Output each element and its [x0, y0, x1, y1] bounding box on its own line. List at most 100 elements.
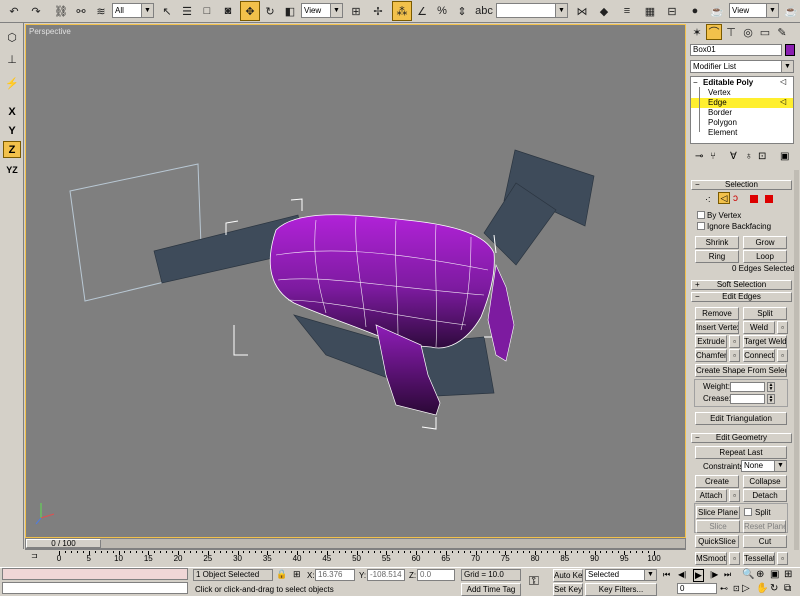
reset-plane-button[interactable]: Reset Plane: [743, 520, 786, 533]
remove-modifier-icon[interactable]: ♁: [745, 151, 753, 162]
create-shape-button[interactable]: Create Shape From Selection: [695, 364, 787, 377]
stack-item-polygon[interactable]: Polygon: [708, 118, 737, 128]
y-coord-field[interactable]: -108.514: [367, 569, 405, 581]
tessellate-settings-button[interactable]: ▫: [777, 552, 788, 565]
select-link-icon[interactable]: ⛓: [51, 1, 71, 21]
edit-edges-rollout-header[interactable]: − Edit Edges: [691, 292, 792, 302]
object-color-swatch[interactable]: [785, 44, 795, 56]
soft-selection-rollout-header[interactable]: + Soft Selection: [691, 280, 792, 290]
quickslice-button[interactable]: QuickSlice: [695, 535, 739, 548]
zoom-extents-icon[interactable]: ▣: [770, 569, 779, 580]
extrude-settings-button[interactable]: ▫: [729, 335, 740, 348]
crease-spinner-arrows[interactable]: ▲ ▼: [767, 394, 775, 404]
weld-button[interactable]: Weld: [743, 321, 775, 334]
select-manipulate-icon[interactable]: ✢: [368, 1, 388, 21]
create-tab-icon[interactable]: ✶: [689, 24, 705, 40]
perspective-viewport[interactable]: Perspective: [25, 24, 686, 538]
extrude-button[interactable]: Extrude: [695, 335, 727, 348]
modifier-list-dropdown[interactable]: Modifier List ▼: [690, 60, 794, 73]
select-by-name-icon[interactable]: ☰: [177, 1, 197, 21]
maxscript-listener-field[interactable]: [2, 568, 188, 580]
time-configuration-icon[interactable]: ⊡: [733, 584, 740, 593]
stack-item-border[interactable]: Border: [708, 108, 732, 118]
ignore-backfacing-checkbox[interactable]: [697, 222, 705, 230]
attach-button[interactable]: Attach: [695, 489, 727, 502]
stack-expand-icon[interactable]: −: [693, 78, 698, 87]
connect-button[interactable]: Connect: [743, 349, 775, 362]
add-time-tag-button[interactable]: Add Time Tag: [461, 583, 521, 596]
axis-x-button[interactable]: X: [3, 103, 21, 120]
mirror-icon[interactable]: ⋈: [572, 1, 592, 21]
absolute-mode-icon[interactable]: ⊞: [293, 569, 301, 580]
bind-spacewarp-icon[interactable]: ≋: [91, 1, 111, 21]
chamfer-settings-button[interactable]: ▫: [729, 349, 740, 362]
render-type-dropdown[interactable]: View ▼: [729, 3, 779, 18]
axis-constraint-icon[interactable]: ⬡: [2, 27, 22, 47]
named-selection-icon[interactable]: abc: [474, 1, 494, 21]
pan-icon[interactable]: ✋: [756, 583, 768, 594]
selection-rollout-header[interactable]: − Selection: [691, 180, 792, 190]
repeat-last-button[interactable]: Repeat Last: [695, 446, 787, 459]
insert-vertex-button[interactable]: Insert Vertex: [695, 321, 739, 334]
pivot-center-icon[interactable]: ⊞: [346, 1, 366, 21]
crease-spinner[interactable]: [730, 394, 765, 404]
axis-z-button[interactable]: Z: [3, 141, 21, 158]
stack-root-label[interactable]: Editable Poly: [703, 78, 753, 87]
layer-manager-icon[interactable]: ≡: [617, 1, 637, 21]
zoom-icon[interactable]: 🔍: [742, 569, 754, 580]
z-coord-field[interactable]: 0.0: [417, 569, 455, 581]
next-frame-icon[interactable]: |▶: [710, 570, 718, 579]
key-mode-toggle-icon[interactable]: ⊷: [720, 584, 728, 593]
command-panel-scrollbar[interactable]: [794, 170, 799, 550]
selection-filter-dropdown[interactable]: All ▼: [112, 3, 154, 18]
hierarchy-icon[interactable]: ⊥: [2, 49, 22, 69]
align-icon[interactable]: ◆: [594, 1, 614, 21]
weight-spinner-arrows[interactable]: ▲ ▼: [767, 382, 775, 392]
scale-icon[interactable]: ◧: [280, 1, 300, 21]
key-mode-dropdown[interactable]: Selected ▼: [585, 569, 657, 581]
object-name-field[interactable]: Box01: [690, 44, 782, 56]
lock-selection-icon[interactable]: 🔒: [276, 569, 287, 580]
cut-button[interactable]: Cut: [743, 535, 787, 548]
arc-rotate-icon[interactable]: ↻: [770, 583, 778, 594]
show-end-result-icon[interactable]: ⑂: [710, 151, 716, 162]
reference-coordinate-dropdown[interactable]: View ▼: [301, 3, 343, 18]
move-icon[interactable]: ✥: [240, 1, 260, 21]
detach-button[interactable]: Detach: [743, 489, 787, 502]
collapse-button[interactable]: Collapse: [743, 475, 787, 488]
time-slider-track[interactable]: 0 / 100: [25, 538, 686, 549]
current-frame-field[interactable]: 0: [677, 583, 717, 594]
curve-editor-icon[interactable]: ▦: [640, 1, 660, 21]
by-vertex-checkbox[interactable]: [697, 211, 705, 219]
material-editor-icon[interactable]: ●: [685, 1, 705, 21]
msmooth-settings-button[interactable]: ▫: [729, 552, 740, 565]
polygon-mode-icon[interactable]: [750, 195, 758, 203]
percent-snap-icon[interactable]: %: [432, 1, 452, 21]
create-button[interactable]: Create: [695, 475, 739, 488]
modify-tab-icon[interactable]: ⌒: [706, 24, 722, 40]
schematic-view-icon[interactable]: ⊟: [662, 1, 682, 21]
go-to-end-icon[interactable]: ⏭: [724, 570, 731, 580]
vertex-mode-icon[interactable]: ·:: [705, 194, 711, 204]
maximize-viewport-icon[interactable]: ⧉: [784, 583, 791, 594]
display-tab-icon[interactable]: ▭: [757, 24, 773, 40]
slice-plane-button[interactable]: Slice Plane: [696, 506, 740, 519]
select-object-icon[interactable]: ↖: [157, 1, 177, 21]
grow-button[interactable]: Grow: [743, 236, 787, 249]
window-crossing-icon[interactable]: ◙: [218, 1, 238, 21]
redo-icon[interactable]: ↷: [26, 1, 46, 21]
shrink-button[interactable]: Shrink: [695, 236, 739, 249]
border-mode-icon[interactable]: ↄ: [733, 193, 738, 204]
angle-snap-icon[interactable]: ∠: [412, 1, 432, 21]
time-slider-thumb[interactable]: 0 / 100: [26, 539, 101, 548]
tessellate-button[interactable]: Tessellate: [743, 552, 775, 565]
rectangular-selection-icon[interactable]: □: [197, 1, 217, 21]
edit-geometry-rollout-header[interactable]: − Edit Geometry: [691, 433, 792, 443]
chamfer-button[interactable]: Chamfer: [695, 349, 727, 362]
snap-toggle-icon[interactable]: ⁂: [392, 1, 412, 21]
target-weld-button[interactable]: Target Weld: [743, 335, 787, 348]
undo-icon[interactable]: ↶: [4, 1, 24, 21]
zoom-extents-all-icon[interactable]: ⊞: [784, 569, 792, 580]
go-to-start-icon[interactable]: ⏮: [663, 570, 670, 580]
snap-icon[interactable]: ⚡: [2, 73, 22, 93]
